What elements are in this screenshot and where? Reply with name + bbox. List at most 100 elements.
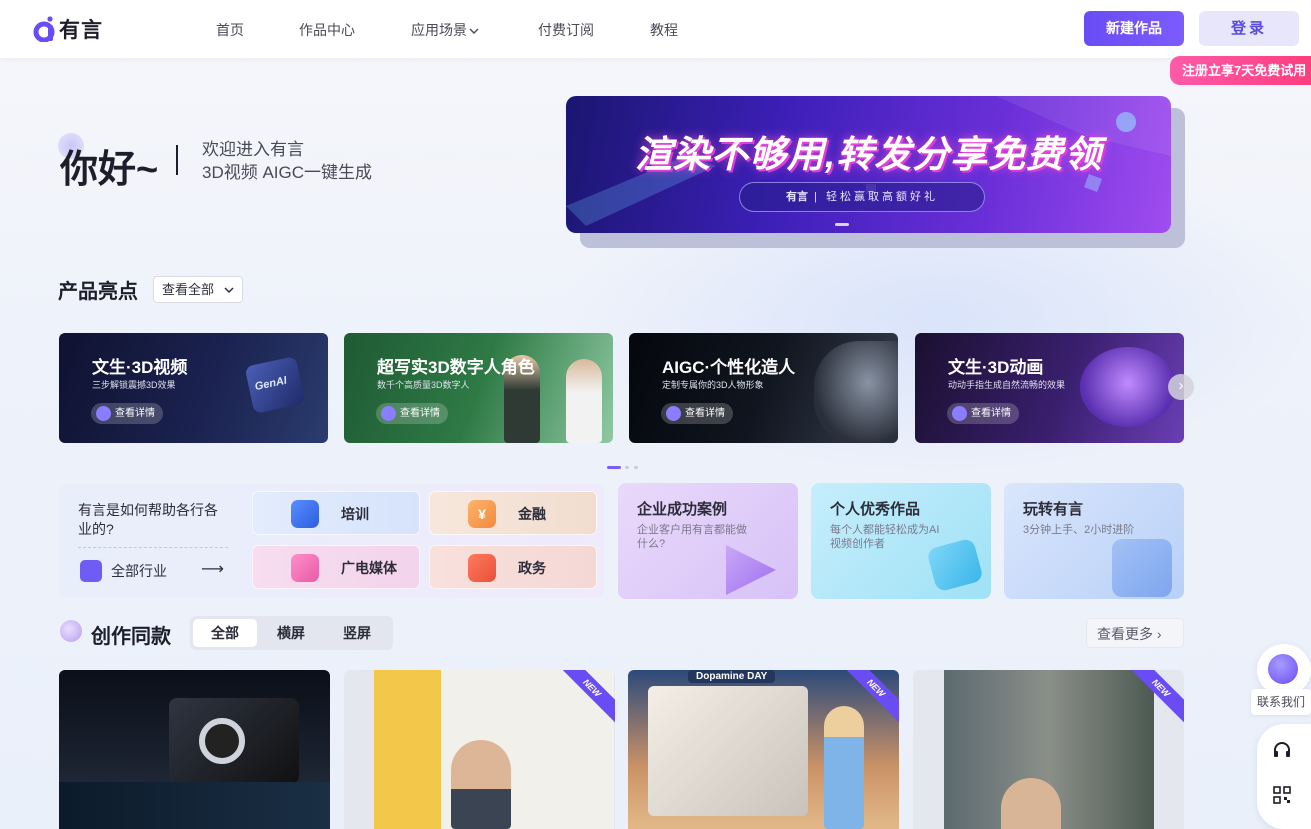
case-card-enterprise[interactable]: 企业成功案例 企业客户用有言都能做什么? <box>618 483 798 599</box>
feature-card-title: AIGC·个性化造人 <box>662 358 796 377</box>
qrcode-icon[interactable] <box>1273 786 1291 804</box>
all-industries-label: 全部行业 <box>111 563 167 579</box>
view-all-dropdown[interactable]: 查看全部 <box>153 276 243 303</box>
creation-title: 创作同款 <box>91 626 171 648</box>
view-details-button[interactable]: 查看详情 <box>91 403 163 424</box>
template-thumbnail[interactable]: Dopamine DAY NEW <box>628 670 899 829</box>
carousel-dot-active[interactable] <box>607 466 621 469</box>
promo-tag[interactable]: 注册立享7天免费试用 <box>1170 56 1311 85</box>
tab-portrait[interactable]: 竖屏 <box>325 619 389 647</box>
logo[interactable]: 有言 <box>33 14 103 44</box>
headset-icon[interactable] <box>1272 740 1292 760</box>
feature-card-subtitle: 数千个高质量3D数字人 <box>377 380 470 390</box>
view-more-button[interactable]: 查看更多 › <box>1086 618 1184 648</box>
case-title: 个人优秀作品 <box>830 501 921 518</box>
presenter <box>1001 778 1061 829</box>
case-subtitle: 企业客户用有言都能做什么? <box>637 524 747 550</box>
banner-title: 渲染不够用,转发分享免费领 <box>634 134 1103 175</box>
feature-card-text-to-3d-animation[interactable]: 文生·3D动画 动动手指生成自然流畅的效果 查看详情 <box>915 333 1184 443</box>
promo-banner[interactable]: 渲染不够用,转发分享免费领 有言 | 轻松赢取高额好礼 <box>566 96 1171 233</box>
new-work-button[interactable]: 新建作品 <box>1084 11 1184 46</box>
nav-scenarios[interactable]: 应用场景 <box>411 20 479 40</box>
case-title: 企业成功案例 <box>637 501 728 518</box>
feature-card-subtitle: 定制专属你的3D人物形象 <box>662 380 764 390</box>
case-card-personal[interactable]: 个人优秀作品 每个人都能轻松成为AI视频创作者 <box>811 483 991 599</box>
nav-scenarios-label: 应用场景 <box>411 22 467 38</box>
presenter <box>451 740 511 829</box>
highlights-title: 产品亮点 <box>58 281 138 303</box>
carousel-next-button[interactable]: › <box>1168 374 1194 400</box>
presenter <box>824 706 864 829</box>
view-details-label: 查看详情 <box>971 408 1011 419</box>
finance-symbol: ¥ <box>478 506 486 522</box>
industry-label: 金融 <box>518 506 546 522</box>
nav-subscription[interactable]: 付费订阅 <box>538 20 594 40</box>
contact-us-label[interactable]: 联系我们 <box>1251 689 1311 715</box>
assistant-icon <box>1268 654 1298 684</box>
play-icon <box>80 560 102 582</box>
avatar-face <box>814 341 898 443</box>
template-thumbnail[interactable] <box>59 670 330 829</box>
tab-landscape[interactable]: 横屏 <box>259 619 323 647</box>
top-header: 有言 首页 作品中心 应用场景 付费订阅 教程 新建作品 登录 <box>0 0 1311 58</box>
orientation-tabs: 全部 横屏 竖屏 <box>190 616 393 650</box>
divider <box>176 145 178 175</box>
training-icon <box>291 500 319 528</box>
chevron-right-icon: › <box>1156 626 1162 642</box>
template-thumbnail[interactable]: NEW <box>913 670 1184 829</box>
case-subtitle: 每个人都能轻松成为AI视频创作者 <box>830 524 940 550</box>
nav-tutorial[interactable]: 教程 <box>650 20 678 40</box>
carousel-dot[interactable] <box>625 466 629 469</box>
dashed-divider <box>78 547 228 548</box>
template-thumbnail[interactable]: NEW <box>344 670 615 829</box>
view-details-label: 查看详情 <box>685 408 725 419</box>
feature-card-digital-human[interactable]: 超写实3D数字人角色 数千个高质量3D数字人 查看详情 <box>344 333 613 443</box>
arrow-right-icon[interactable]: ⟶ <box>201 559 224 579</box>
view-details-button[interactable]: 查看详情 <box>947 403 1019 424</box>
logo-text: 有言 <box>59 19 103 42</box>
industry-government[interactable]: 政务 <box>429 545 597 589</box>
industry-finance[interactable]: ¥ 金融 <box>429 491 597 535</box>
view-details-label: 查看详情 <box>115 408 155 419</box>
view-details-label: 查看详情 <box>400 408 440 419</box>
tab-all[interactable]: 全部 <box>193 619 257 647</box>
character-female <box>566 359 602 443</box>
case-subtitle: 3分钟上手、2小时进阶 <box>1023 524 1135 536</box>
dopamine-day-title: Dopamine DAY <box>688 670 776 683</box>
government-icon <box>468 554 496 582</box>
carousel-dot[interactable] <box>634 466 638 469</box>
creation-icon <box>60 620 82 642</box>
nav-home[interactable]: 首页 <box>216 20 244 40</box>
industry-label: 培训 <box>341 506 369 522</box>
feature-card-title: 文生·3D视频 <box>92 358 188 377</box>
welcome-line-2: 3D视频 AIGC一键生成 <box>202 163 373 182</box>
industry-label: 政务 <box>518 560 546 576</box>
login-button[interactable]: 登录 <box>1199 11 1299 46</box>
logo-icon <box>33 16 55 43</box>
genai-badge: GenAI <box>253 374 288 394</box>
play-icon <box>952 406 967 421</box>
camera-lens <box>199 718 245 764</box>
feature-card-text-to-3d-video[interactable]: GenAI 文生·3D视频 三步解锁震撼3D效果 查看详情 <box>59 333 328 443</box>
animation-orb <box>1080 347 1176 427</box>
feature-card-custom-avatar[interactable]: AIGC·个性化造人 定制专属你的3D人物形象 查看详情 <box>629 333 898 443</box>
view-all-label: 查看全部 <box>162 282 215 297</box>
media-icon <box>291 554 319 582</box>
feature-card-subtitle: 三步解锁震撼3D效果 <box>92 380 176 390</box>
industries-question: 有言是如何帮助各行各业的? <box>78 502 218 537</box>
feature-card-subtitle: 动动手指生成自然流畅的效果 <box>948 380 1066 390</box>
side-toolbar <box>1257 724 1311 829</box>
chevron-down-icon <box>469 28 479 34</box>
nav-works[interactable]: 作品中心 <box>299 20 355 40</box>
all-industries-link[interactable]: 全部行业 <box>80 560 167 582</box>
view-details-button[interactable]: 查看详情 <box>661 403 733 424</box>
case-card-guide[interactable]: 玩转有言 3分钟上手、2小时进阶 <box>1004 483 1184 599</box>
chevron-right-icon: › <box>1178 377 1184 394</box>
stage-floor <box>59 782 330 829</box>
view-details-button[interactable]: 查看详情 <box>376 403 448 424</box>
puzzle-icon <box>1112 539 1172 597</box>
chevron-down-icon <box>224 287 234 294</box>
industry-media[interactable]: 广电媒体 <box>252 545 420 589</box>
banner-pager[interactable] <box>835 223 849 226</box>
industry-training[interactable]: 培训 <box>252 491 420 535</box>
